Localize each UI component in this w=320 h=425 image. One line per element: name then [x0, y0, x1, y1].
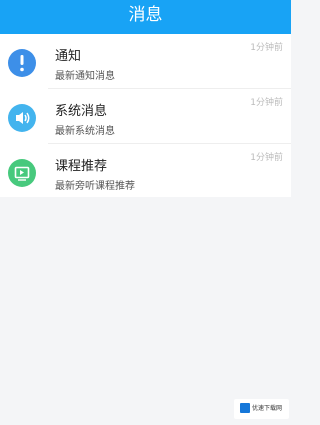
- watermark-logo: 优速下载网: [234, 399, 289, 419]
- message-title: 系统消息: [55, 104, 108, 119]
- message-title: 课程推荐: [55, 159, 108, 174]
- message-subtitle: 最新系统消息: [55, 126, 115, 137]
- message-item-system[interactable]: 系统消息 最新系统消息 1分钟前: [0, 89, 291, 143]
- message-time: 1分钟前: [250, 98, 283, 108]
- info-icon: [8, 49, 36, 77]
- speaker-icon: [8, 104, 36, 132]
- message-subtitle: 最新旁听课程推荐: [55, 181, 135, 192]
- message-time: 1分钟前: [250, 153, 283, 163]
- message-title: 通知: [55, 49, 82, 64]
- video-play-icon: [8, 159, 36, 187]
- message-item-notice[interactable]: 通知 最新通知消息 1分钟前: [0, 34, 291, 88]
- header-bar: 消息: [0, 0, 291, 34]
- message-item-course[interactable]: 课程推荐 最新旁听课程推荐 1分钟前: [0, 144, 291, 198]
- watermark-icon: [240, 403, 250, 413]
- message-subtitle: 最新通知消息: [55, 71, 115, 82]
- message-time: 1分钟前: [250, 43, 283, 53]
- message-list: 通知 最新通知消息 1分钟前 系统消息 最新系统消息 1分钟前 课程推荐 最新旁…: [0, 34, 291, 197]
- page-title: 消息: [128, 5, 163, 25]
- watermark-text: 优速下载网: [252, 405, 283, 412]
